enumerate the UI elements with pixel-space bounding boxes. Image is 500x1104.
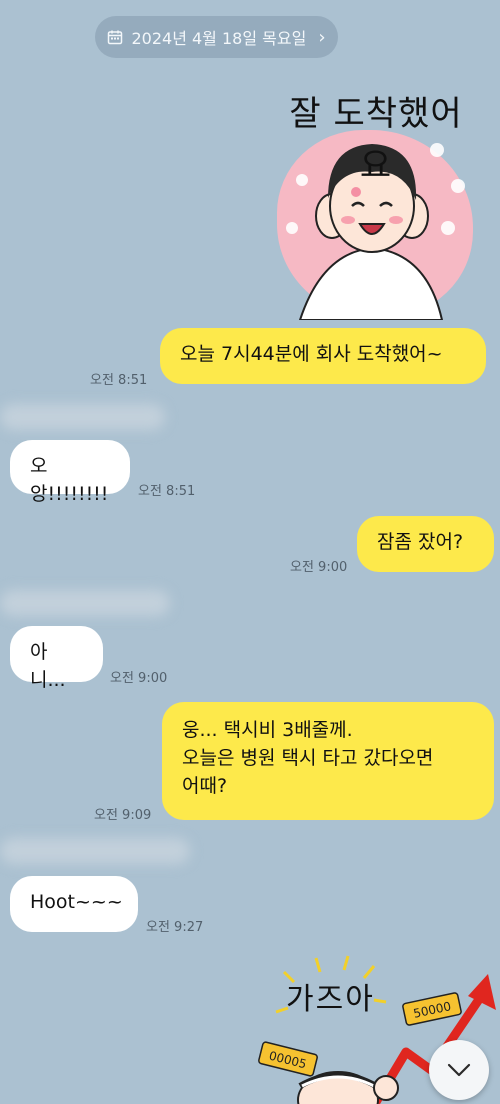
sticker-caption: 잘 도착했어요	[289, 94, 463, 186]
message-text: 오앙!!!!!!!!	[30, 455, 109, 505]
chevron-right-icon: ›	[318, 26, 326, 48]
message-text-line: 웅... 택시비 3배줄께.	[182, 719, 353, 741]
message-text: 아니...	[30, 641, 66, 691]
date-label: 2024년 4월 18일 목요일	[131, 29, 307, 48]
calendar-icon	[107, 29, 123, 45]
message-bubble-incoming[interactable]: Hoot~~~	[10, 876, 138, 932]
message-text: 오늘 7시44분에 회사 도착했어~	[180, 343, 443, 365]
chevron-down-icon	[447, 1063, 471, 1077]
sticker-arrived[interactable]: 잘 도착했어요	[262, 88, 484, 320]
message-time: 오전 8:51	[90, 373, 148, 388]
sign-label: 00005	[268, 1049, 308, 1072]
message-text-line: 오늘은 병원 택시 타고 갔다오면	[182, 747, 434, 769]
message-bubble-incoming[interactable]: 오앙!!!!!!!!	[10, 440, 130, 505]
message-time: 오전 8:51	[138, 484, 196, 499]
message-bubble-incoming[interactable]: 아니...	[10, 626, 103, 691]
date-separator[interactable]: 2024년 4월 18일 목요일 ›	[95, 16, 338, 58]
message-text-line: 어때?	[182, 775, 228, 797]
message-time: 오전 9:00	[290, 560, 348, 575]
sender-name-blurred	[0, 838, 190, 864]
message-text: 잠좀 잤어?	[377, 531, 464, 553]
message-bubble-outgoing[interactable]: 잠좀 잤어?	[357, 516, 494, 572]
message-text: Hoot~~~	[30, 891, 123, 913]
message-bubble-outgoing[interactable]: 웅... 택시비 3배줄께. 오늘은 병원 택시 타고 갔다오면 어때?	[162, 702, 494, 820]
sender-name-blurred	[0, 404, 165, 430]
scroll-to-bottom-button[interactable]	[429, 1040, 489, 1100]
message-time: 오전 9:09	[94, 808, 152, 823]
sender-name-blurred	[0, 590, 170, 616]
message-time: 오전 9:00	[110, 671, 168, 686]
message-time: 오전 9:27	[146, 920, 204, 935]
message-bubble-outgoing[interactable]: 오늘 7시44분에 회사 도착했어~	[160, 328, 486, 384]
sign-label: 50000	[412, 999, 452, 1021]
